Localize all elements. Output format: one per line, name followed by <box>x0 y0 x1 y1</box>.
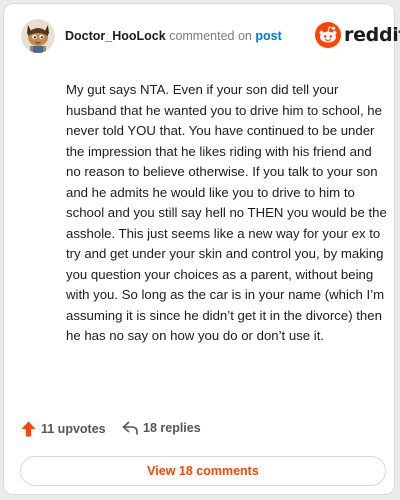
comment-header: Doctor_HooLock commented on post <box>65 28 282 44</box>
comment-card: Doctor_HooLock commented on post reddit … <box>3 3 400 495</box>
upvote-button[interactable]: 11 upvotes <box>21 421 106 437</box>
reddit-snoo-icon <box>315 22 341 48</box>
replies-button[interactable]: 18 replies <box>122 421 201 435</box>
upvote-arrow-icon <box>21 421 36 437</box>
reply-arrow-icon <box>122 421 138 435</box>
reddit-wordmark: reddit <box>344 24 400 46</box>
user-avatar-icon[interactable] <box>21 19 55 53</box>
replies-count: 18 replies <box>143 421 201 435</box>
view-comments-button[interactable]: View 18 comments <box>20 456 386 486</box>
username-link[interactable]: Doctor_HooLock <box>65 29 166 43</box>
commented-on-text: commented on <box>169 29 252 43</box>
reddit-logo[interactable]: reddit <box>315 22 400 48</box>
comment-body: My gut says NTA. Even if your son did te… <box>66 82 387 343</box>
post-link[interactable]: post <box>255 29 281 43</box>
upvotes-count: 11 upvotes <box>41 422 106 436</box>
